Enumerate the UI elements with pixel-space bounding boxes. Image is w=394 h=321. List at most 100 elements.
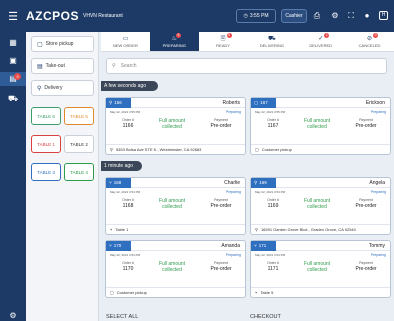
order-id-badge: ⚲ 169 [251,177,276,188]
order-status: Preparing [225,253,241,257]
order-number-col: Order #1169 [255,198,291,209]
amount-col: Full amount collected [295,198,339,210]
order-card[interactable]: ⚲ 166 Roberts May 22, 2021 3:55 PM Prepari… [105,97,246,155]
tab-new-order[interactable]: ▭ NEW ORDER [101,32,150,51]
order-card[interactable]: ⚲ 169 Angela May 22, 2021 3:54 PM Preparin… [250,177,391,235]
status-tabs: ▭ NEW ORDER ♨ 9 PREPARING 🗎 5 READY ⛟ DE… [101,32,394,52]
tab-ready[interactable]: 🗎 5 READY [199,32,248,51]
order-number-col: Order #1166 [110,118,146,129]
table-tile-2[interactable]: TABLE 2 [64,135,94,153]
user-icon[interactable]: ● [362,11,372,21]
printer-icon[interactable]: ⎙ [312,11,322,21]
brand-logo: ΑZCPOS [26,9,80,23]
order-label: Order # [122,198,134,202]
table-tile-4[interactable]: TABLE 4 [64,163,94,181]
payment-type: Pre-order [355,123,377,129]
location-pin-icon: ⚲ [109,99,113,105]
order-number-col: Order #1167 [255,118,291,129]
dine-in-icon: ⑂ [110,227,113,232]
cashier-button[interactable]: Cashier [281,9,307,23]
tab-label: CANCELED [358,43,381,48]
table-tile-5[interactable]: TABLE 5 [64,107,94,125]
order-address: 5353 Bolsa Ave STE K., Westminster, CA 9… [115,147,202,152]
user-initial-button[interactable]: H [379,11,388,20]
amount-status: Full amount collected [303,118,331,130]
checkout-button[interactable]: CHECKOUT [250,314,281,320]
take-out-button[interactable]: ▤ Take-out [31,58,94,74]
canceled-icon: ⊘ [367,36,373,42]
location-pin-icon: ⚲ [37,85,42,92]
order-card[interactable]: ⑂ 168 Charlie May 22, 2021 3:54 PM Prepari… [105,177,246,235]
clock-time: 3:55 PM [249,13,269,19]
order-footer: ▢ Customer pickup [251,144,390,154]
image-icon[interactable]: ▣ [0,54,26,68]
orders-badge: 3 [14,73,21,80]
amount-col: Full amount collected [150,118,194,130]
payment-col: Payment Pre-order [200,198,242,209]
tab-preparing[interactable]: ♨ 9 PREPARING [149,32,199,51]
settings-icon[interactable]: ⚙ [0,309,26,321]
order-table: Table 1 [115,227,129,232]
gear-icon[interactable]: ⚙ [330,11,340,21]
order-number-col: Order #1170 [110,261,146,272]
top-bar: ☰ ΑZCPOS VHVN Restaurant ◷ 3:55 PM Cashi… [0,0,394,32]
clock-button[interactable]: ◷ 3:55 PM [236,9,276,23]
order-id: 168 [113,180,122,185]
delivery-button[interactable]: ⚲ Delivery [31,80,94,96]
store-pickup-button[interactable]: ▢ Store pickup [31,36,94,52]
order-footer: ⑂ Table 5 [251,287,390,297]
fullscreen-icon[interactable]: ⛶ [346,11,356,21]
location-pin-icon: ⚲ [110,147,113,152]
dine-in-icon: ⑂ [254,243,257,248]
orders-icon[interactable]: ▤ 3 [0,72,26,86]
order-id: 167 [260,100,268,105]
hamburger-icon[interactable]: ☰ [0,10,26,23]
order-date: May 22, 2021 3:54 PM [255,190,286,194]
table-tile-1[interactable]: TABLE 1 [31,135,61,153]
payment-type: Pre-order [355,266,377,272]
search-placeholder: Search [120,63,137,69]
amount-col: Full amount collected [150,198,194,210]
order-label: Order # [267,261,279,265]
tab-delivered[interactable]: ✓ 1 DELIVERED [296,32,345,51]
amount-col: Full amount collected [150,261,194,273]
payment-label: Payment [359,118,373,122]
table-panel: ▢ Store pickup ▤ Take-out ⚲ Delivery TAB… [26,32,99,321]
order-card[interactable]: ▢ 167 Erickson May 22, 2021 3:55 PM Prepar… [250,97,391,155]
customer-name: Erickson [365,99,385,106]
order-status: Preparing [370,110,386,114]
payment-type: Pre-order [210,203,232,209]
amount-status: Full amount collected [158,118,186,130]
tab-badge: 9 [175,33,181,38]
order-id: 169 [259,180,267,185]
payment-label: Payment [214,118,228,122]
delivery-label: Delivery [44,85,63,91]
tab-label: NEW ORDER [112,43,138,48]
order-date: May 22, 2021 3:54 PM [110,253,141,257]
tab-delivering[interactable]: ⛟ DELIVERING [247,32,296,51]
order-status: Preparing [225,110,241,114]
cart-icon[interactable]: ⛟ [0,92,26,106]
table-tile-6[interactable]: TABLE 6 [31,107,61,125]
grid-icon[interactable]: ▦ [0,36,26,50]
payment-label: Payment [214,198,228,202]
order-pickup: Customer pickup [261,147,292,152]
search-input[interactable]: ⚲ Search [106,58,387,74]
order-id: 170 [113,243,122,248]
tab-label: DELIVERED [309,43,333,48]
tab-label: DELIVERING [259,43,285,48]
order-id-badge: ⑂ 171 [251,240,276,251]
select-all-button[interactable]: SELECT ALL [106,314,138,320]
order-date: May 22, 2021 3:55 PM [255,110,286,114]
order-card[interactable]: ⑂ 171 Tommy May 22, 2021 3:54 PM Preparing… [250,240,391,298]
payment-type: Pre-order [210,123,232,129]
table-tile-3[interactable]: TABLE 3 [31,163,61,181]
payment-col: Payment Pre-order [200,118,242,129]
take-out-label: Take-out [45,63,65,69]
order-card[interactable]: ⑂ 170 Amanda May 22, 2021 3:54 PM Preparin… [105,240,246,298]
order-label: Order # [267,118,279,122]
tab-canceled[interactable]: ⊘ 3 CANCELED [345,32,394,51]
tab-badge: 5 [226,33,232,38]
order-id-badge: ⚲ 166 [106,97,131,108]
payment-type: Pre-order [210,266,232,272]
